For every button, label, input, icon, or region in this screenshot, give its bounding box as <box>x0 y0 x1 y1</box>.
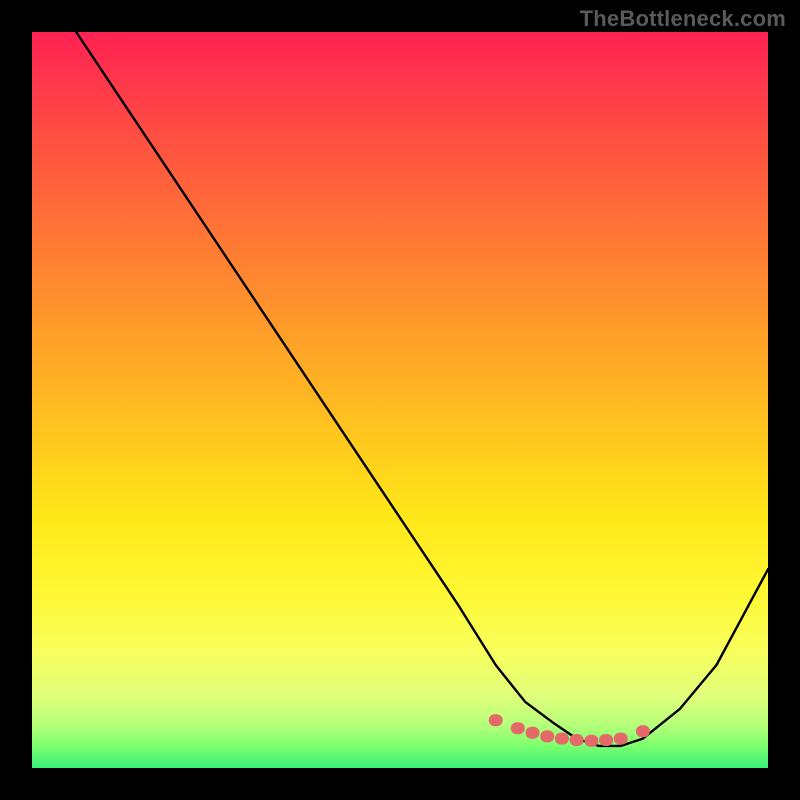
highlight-dot <box>584 735 598 747</box>
highlight-dot <box>614 733 628 745</box>
highlight-dot <box>599 734 613 746</box>
highlight-dot <box>555 733 569 745</box>
chart-frame: TheBottleneck.com <box>0 0 800 800</box>
highlight-dot <box>570 734 584 746</box>
curve-line <box>76 32 768 746</box>
chart-svg <box>32 32 768 768</box>
plot-area <box>32 32 768 768</box>
highlight-dot <box>540 730 554 742</box>
highlight-dot <box>636 725 650 737</box>
highlight-dot <box>511 722 525 734</box>
highlight-dot <box>489 714 503 726</box>
highlight-markers <box>489 714 650 747</box>
highlight-dot <box>526 727 540 739</box>
watermark-text: TheBottleneck.com <box>580 6 786 32</box>
